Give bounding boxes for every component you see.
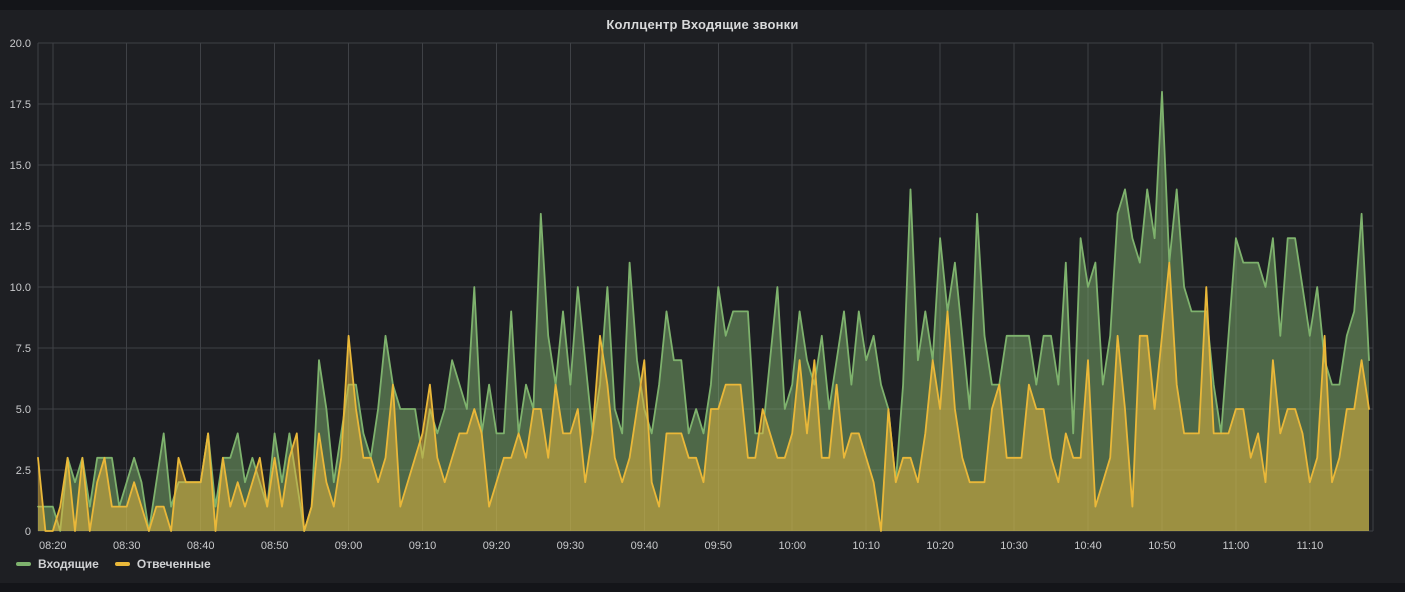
- y-tick-label: 17.5: [10, 99, 31, 111]
- x-tick-label: 11:00: [1223, 540, 1250, 552]
- x-tick-label: 10:50: [1148, 540, 1176, 552]
- legend-item-incoming[interactable]: Входящие: [16, 557, 99, 571]
- x-tick-label: 08:50: [261, 540, 289, 552]
- y-tick-label: 2.5: [16, 465, 31, 477]
- y-tick-label: 12.5: [10, 221, 31, 233]
- x-tick-label: 10:30: [1000, 540, 1028, 552]
- y-tick-label: 7.5: [16, 343, 31, 355]
- x-tick-label: 11:10: [1296, 540, 1323, 552]
- y-tick-label: 20.0: [10, 38, 31, 50]
- y-tick-label: 10.0: [10, 282, 31, 294]
- x-tick-label: 09:10: [409, 540, 437, 552]
- x-tick-label: 09:50: [705, 540, 733, 552]
- x-tick-label: 10:10: [852, 540, 880, 552]
- x-tick-label: 09:00: [335, 540, 363, 552]
- y-tick-label: 5.0: [16, 404, 31, 416]
- x-tick-label: 09:30: [557, 540, 585, 552]
- x-tick-label: 08:30: [113, 540, 141, 552]
- x-tick-label: 10:20: [926, 540, 954, 552]
- x-tick-label: 10:40: [1074, 540, 1102, 552]
- x-tick-label: 08:40: [187, 540, 215, 552]
- plot-area[interactable]: [38, 43, 1373, 531]
- x-tick-label: 09:20: [483, 540, 511, 552]
- x-tick-label: 09:40: [631, 540, 659, 552]
- legend-label-incoming: Входящие: [38, 557, 99, 571]
- answered-series-swatch-icon: [114, 562, 130, 566]
- y-tick-label: 15.0: [10, 160, 31, 172]
- x-tick-label: 08:20: [39, 540, 67, 552]
- time-series-chart: 0 2.5 5.0 7.5 10.0 12.5 15.0 17.5 20.0 08:20 08:30…: [10, 38, 1374, 552]
- incoming-series-swatch-icon: [16, 562, 31, 566]
- legend-label-answered: Отвеченные: [136, 557, 211, 571]
- x-tick-label: 10:00: [778, 540, 806, 552]
- legend-item-answered[interactable]: Отвеченные: [114, 557, 211, 571]
- y-tick-label: 0: [25, 526, 31, 538]
- chart-legend: Входящие Отвеченные: [16, 557, 211, 571]
